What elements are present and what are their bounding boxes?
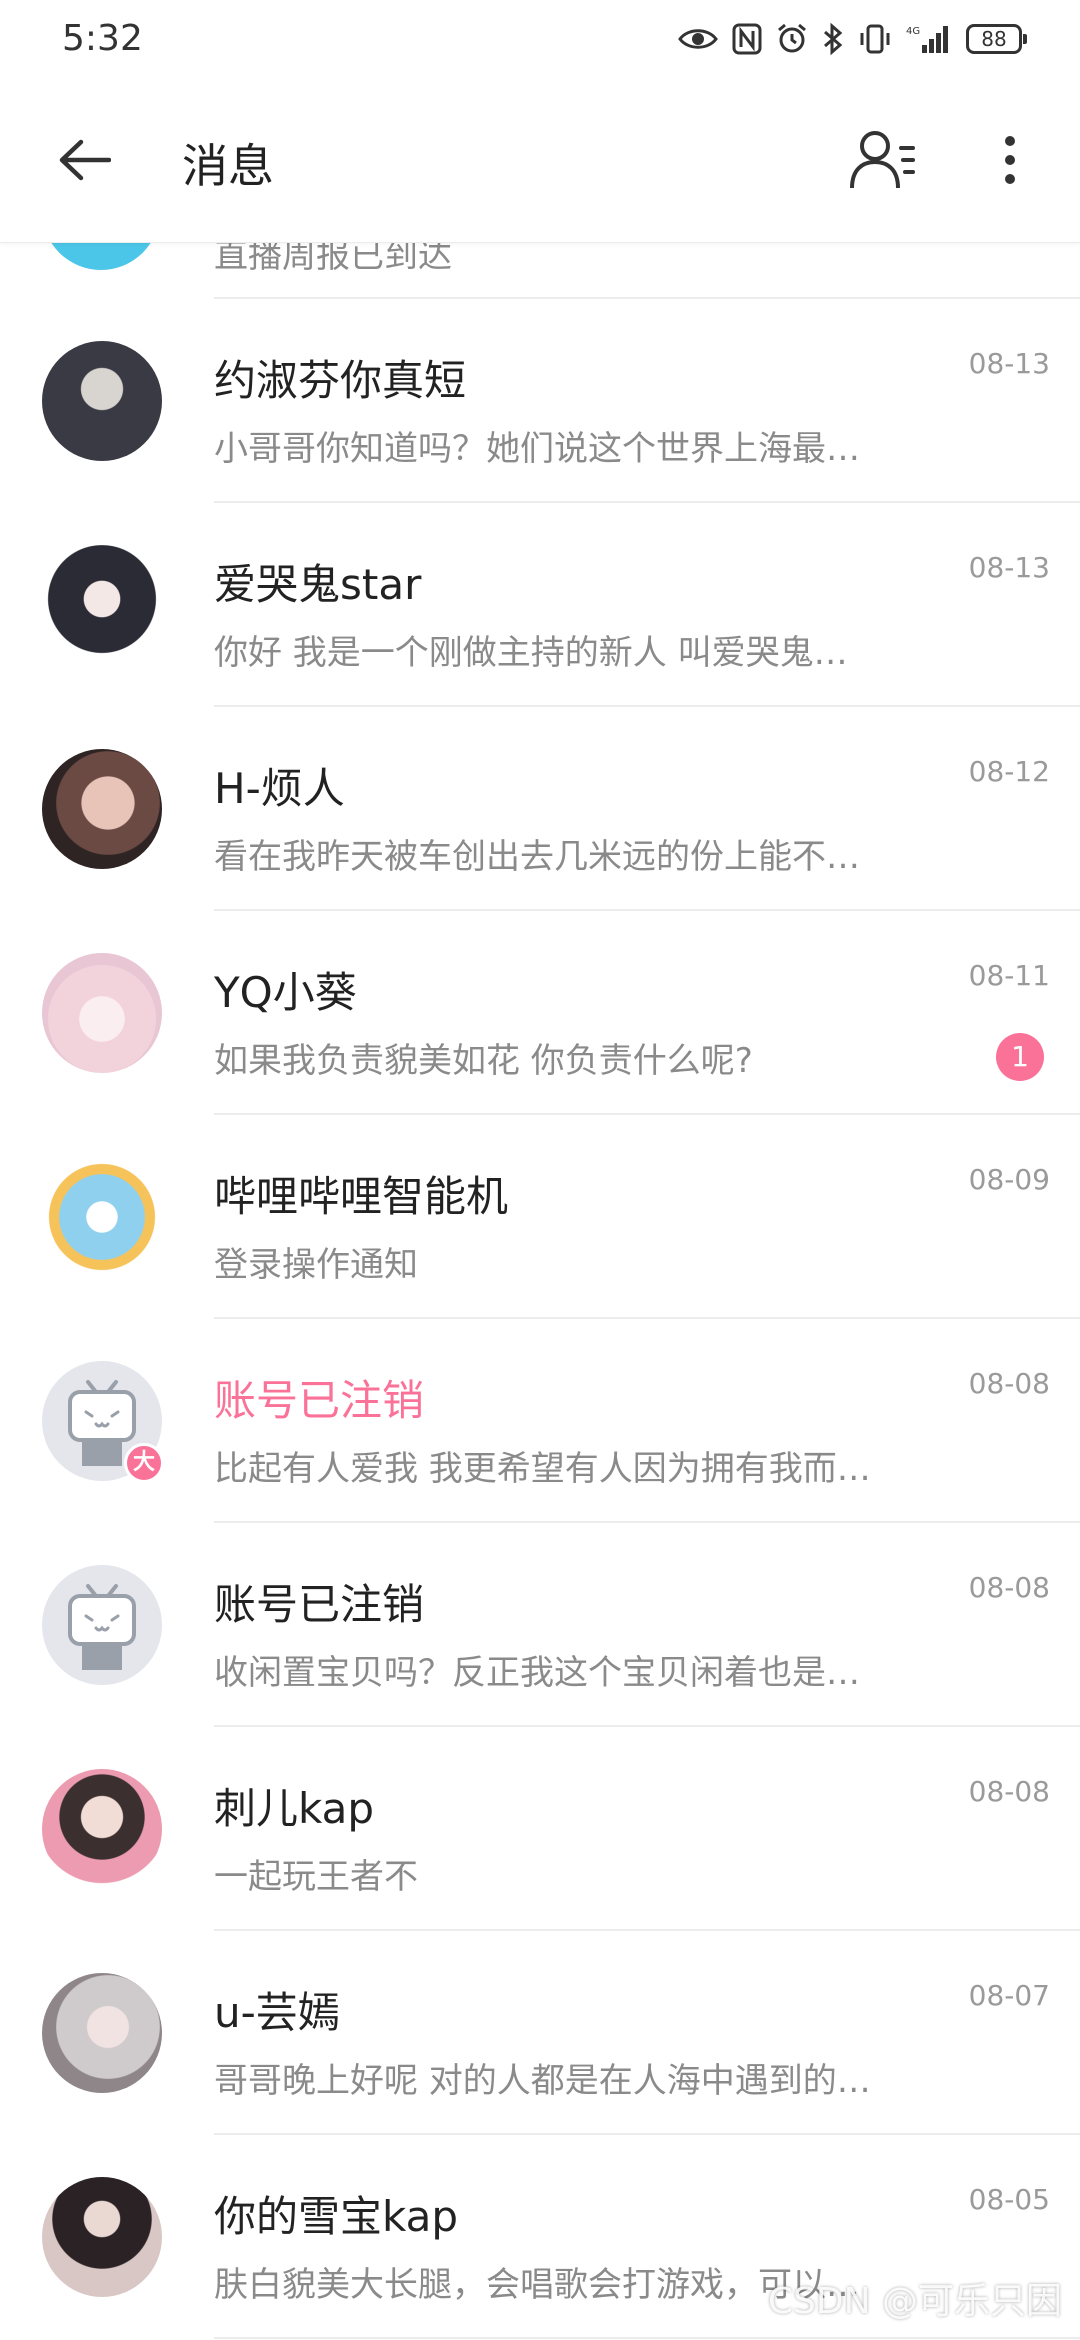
back-button[interactable] (48, 124, 120, 196)
list-item[interactable]: 哔哩哔哩智能机 登录操作通知 08-09 (0, 1115, 1080, 1319)
bluetooth-icon (824, 23, 843, 55)
message-date: 08-13 (968, 551, 1050, 584)
list-item[interactable]: YQ小葵 如果我负责貌美如花 你负责什么呢? 08-11 1 (0, 911, 1080, 1115)
message-date: 08-08 (968, 1571, 1050, 1604)
avatar (42, 953, 162, 1073)
page-title: 消息 (182, 139, 274, 193)
avatar (42, 1769, 162, 1889)
status-icons: 4G 88 (678, 18, 1027, 60)
arrow-left-icon (59, 139, 111, 181)
status-bar: 5:32 4G 88 (0, 0, 1080, 80)
message-preview: 看在我昨天被车创出去几米远的份上能不… (214, 837, 860, 877)
message-preview: 登录操作通知 (214, 1245, 418, 1285)
list-item[interactable]: 爱哭鬼star 你好 我是一个刚做主持的新人 叫爱哭鬼… 08-13 (0, 503, 1080, 707)
contact-name: H-烦人 (214, 764, 345, 813)
avatar (42, 242, 160, 270)
list-item[interactable]: 约淑芬你真短 小哥哥你知道吗？她们说这个世界上海最… 08-13 (0, 299, 1080, 503)
avatar (42, 341, 162, 461)
contact-name: 约淑芬你真短 (214, 356, 467, 405)
svg-text:4G: 4G (906, 26, 920, 37)
conversation-list: 直播周报已到达 约淑芬你真短 小哥哥你知道吗？她们说这个世界上海最… 08-13… (0, 242, 1080, 2339)
message-date: 08-13 (968, 347, 1050, 380)
avatar (42, 1565, 162, 1685)
message-date: 08-08 (968, 1775, 1050, 1808)
list-item[interactable]: 大 账号已注销 比起有人爱我 我更希望有人因为拥有我而… 08-08 (0, 1319, 1080, 1523)
message-preview: 哥哥晚上好呢 对的人都是在人海中遇到的… (214, 2061, 871, 2101)
list-item-partial[interactable]: 直播周报已到达 (0, 242, 1080, 299)
divider (214, 2337, 1080, 2339)
message-date: 08-11 (968, 959, 1050, 992)
contact-name: u-芸嫣 (214, 1988, 340, 2037)
message-preview: 小哥哥你知道吗？她们说这个世界上海最… (214, 429, 860, 469)
list-item[interactable]: u-芸嫣 哥哥晚上好呢 对的人都是在人海中遇到的… 08-07 (0, 1931, 1080, 2135)
unread-count-badge: 1 (996, 1033, 1044, 1081)
signal-icon: 4G (906, 26, 948, 53)
more-options-button[interactable] (980, 122, 1040, 198)
app-header: 消息 (0, 80, 1080, 243)
message-preview: 直播周报已到达 (214, 242, 452, 276)
contact-name: 你的雪宝kap (214, 2192, 458, 2241)
message-preview: 如果我负责貌美如花 你负责什么呢? (214, 1041, 753, 1081)
vibrate-icon (860, 24, 890, 54)
contact-name: 爱哭鬼star (214, 560, 422, 609)
message-preview: 你好 我是一个刚做主持的新人 叫爱哭鬼… (214, 633, 848, 673)
contact-name: YQ小葵 (214, 968, 357, 1017)
message-date: 08-07 (968, 1979, 1050, 2012)
avatar (42, 2177, 162, 2297)
eye-icon (678, 29, 718, 49)
nfc-icon (732, 23, 762, 55)
status-time: 5:32 (62, 18, 143, 59)
vip-badge: 大 (124, 1443, 164, 1483)
message-date: 08-05 (968, 2183, 1050, 2216)
message-preview: 收闲置宝贝吗？反正我这个宝贝闲着也是… (214, 1653, 860, 1693)
contacts-icon (850, 131, 915, 189)
contact-name: 账号已注销 (214, 1376, 425, 1425)
battery-icon: 88 (966, 24, 1027, 54)
message-date: 08-12 (968, 755, 1050, 788)
list-item[interactable]: H-烦人 看在我昨天被车创出去几米远的份上能不… 08-12 (0, 707, 1080, 911)
watermark: CSDN @可乐只因 (767, 2281, 1062, 2322)
avatar (42, 1973, 162, 2093)
contact-name: 刺儿kap (214, 1784, 374, 1833)
contact-name: 账号已注销 (214, 1580, 425, 1629)
message-preview: 比起有人爱我 我更希望有人因为拥有我而… (214, 1449, 871, 1489)
avatar (42, 749, 162, 869)
avatar (42, 545, 162, 665)
default-tv-avatar-icon (68, 1584, 136, 1670)
more-vertical-icon (1005, 136, 1015, 184)
alarm-icon (778, 23, 806, 53)
message-date: 08-09 (968, 1163, 1050, 1196)
contacts-button[interactable] (842, 122, 922, 198)
list-item[interactable]: 账号已注销 收闲置宝贝吗？反正我这个宝贝闲着也是… 08-08 (0, 1523, 1080, 1727)
avatar (42, 1157, 162, 1277)
message-date: 08-08 (968, 1367, 1050, 1400)
list-item[interactable]: 刺儿kap 一起玩王者不 08-08 (0, 1727, 1080, 1931)
message-preview: 一起玩王者不 (214, 1857, 418, 1897)
contact-name: 哔哩哔哩智能机 (214, 1172, 509, 1221)
